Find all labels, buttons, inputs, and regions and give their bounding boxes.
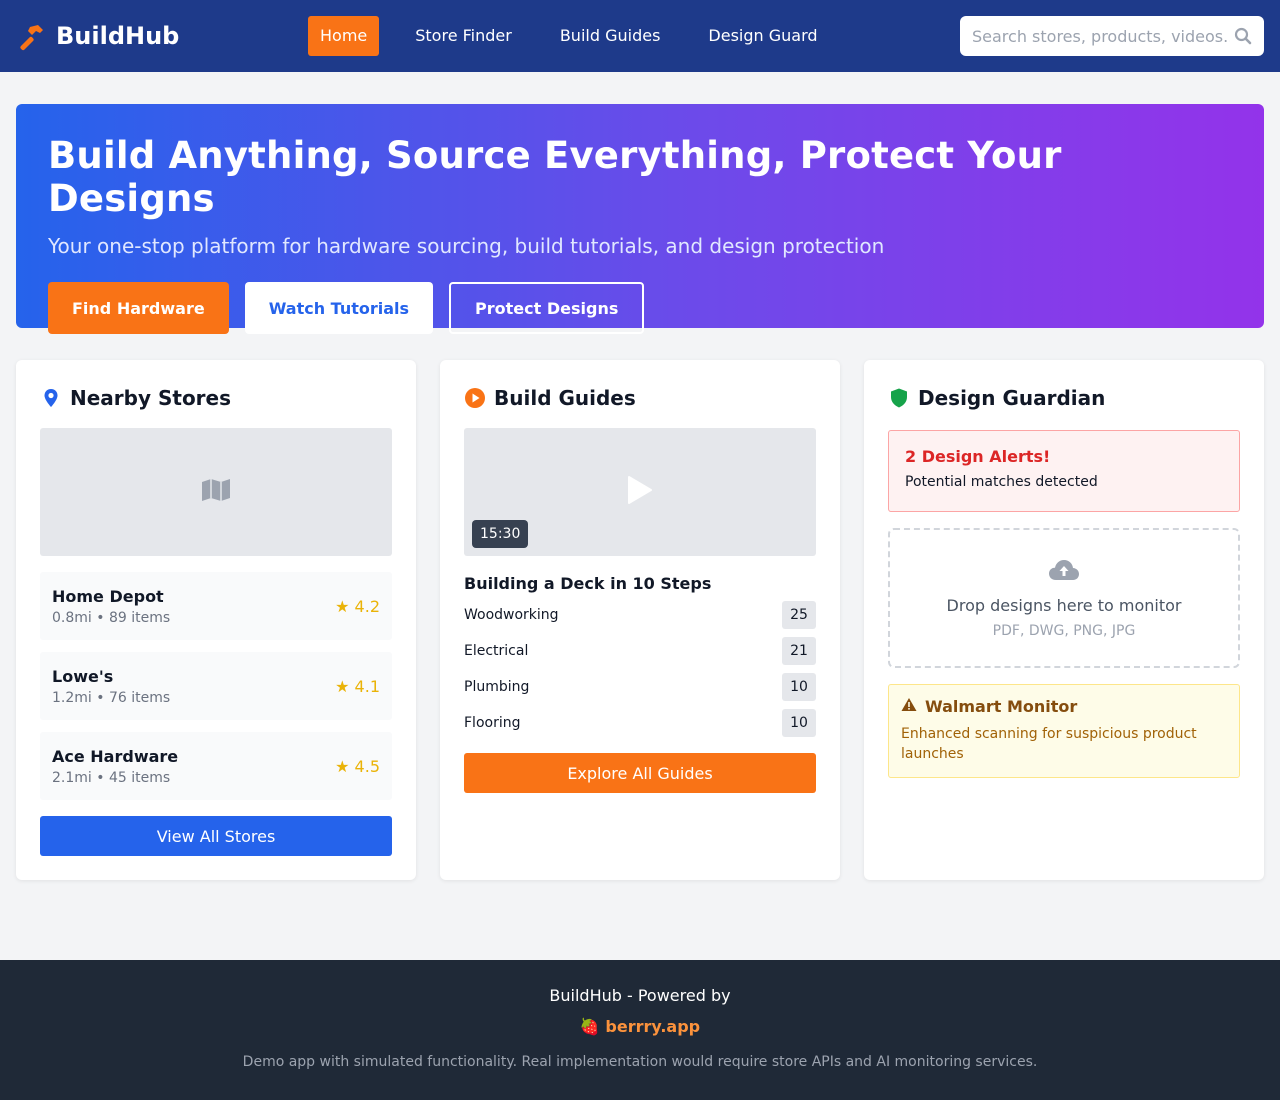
protect-designs-button[interactable]: Protect Designs xyxy=(449,282,645,334)
store-name: Home Depot xyxy=(52,586,164,606)
dropzone-formats: PDF, DWG, PNG, JPG xyxy=(992,622,1136,639)
guide-category[interactable]: Plumbing 10 xyxy=(464,673,816,701)
store-map[interactable] xyxy=(40,428,392,556)
cloud-upload-icon xyxy=(1048,558,1080,586)
card-title-text: Design Guardian xyxy=(918,386,1106,410)
store-item[interactable]: Ace Hardware 2.1mi • 45 items ★ 4.5 xyxy=(40,732,392,800)
search-input[interactable] xyxy=(972,26,1230,46)
design-dropzone[interactable]: Drop designs here to monitor PDF, DWG, P… xyxy=(888,528,1240,668)
card-title: Design Guardian xyxy=(888,384,1240,412)
footer-disclaimer: Demo app with simulated functionality. R… xyxy=(242,1054,1038,1070)
video-title[interactable]: Building a Deck in 10 Steps xyxy=(464,574,816,593)
store-rating: ★ 4.1 xyxy=(335,676,380,696)
top-navbar: BuildHub Home Store Finder Build Guides … xyxy=(0,0,1280,72)
store-name: Lowe's xyxy=(52,666,114,686)
walmart-monitor: Walmart Monitor Enhanced scanning for su… xyxy=(888,684,1240,778)
category-name: Plumbing xyxy=(464,679,530,695)
search-icon[interactable] xyxy=(1234,27,1252,45)
nav-design-guard[interactable]: Design Guard xyxy=(696,16,829,56)
nav-build-guides[interactable]: Build Guides xyxy=(548,16,673,56)
brand-name: BuildHub xyxy=(56,22,180,50)
category-count: 10 xyxy=(782,673,816,701)
store-item[interactable]: Lowe's 1.2mi • 76 items ★ 4.1 xyxy=(40,652,392,720)
design-alert[interactable]: 2 Design Alerts! Potential matches detec… xyxy=(888,430,1240,512)
warning-icon xyxy=(901,697,917,716)
hero-subtitle: Your one-stop platform for hardware sour… xyxy=(48,234,885,258)
main-nav: Home Store Finder Build Guides Design Gu… xyxy=(308,16,854,56)
card-title-text: Nearby Stores xyxy=(70,386,232,410)
hero-actions: Find Hardware Watch Tutorials Protect De… xyxy=(48,282,1232,334)
nav-store-finder[interactable]: Store Finder xyxy=(403,16,524,56)
store-meta: 0.8mi • 89 items xyxy=(52,609,171,626)
explore-guides-button[interactable]: Explore All Guides xyxy=(464,753,816,793)
store-rating: ★ 4.2 xyxy=(335,596,380,616)
map-pin-icon xyxy=(40,387,62,409)
guide-category[interactable]: Flooring 10 xyxy=(464,709,816,737)
guide-category[interactable]: Woodworking 25 xyxy=(464,601,816,629)
card-title: Nearby Stores xyxy=(40,384,392,412)
alert-title: 2 Design Alerts! xyxy=(905,447,1051,466)
category-count: 10 xyxy=(782,709,816,737)
play-circle-icon xyxy=(464,387,486,409)
build-guides-card: Build Guides 15:30 Building a Deck in 10… xyxy=(440,360,840,880)
store-name: Ace Hardware xyxy=(52,746,179,766)
monitor-title-text: Walmart Monitor xyxy=(925,697,1078,716)
design-guardian-card: Design Guardian 2 Design Alerts! Potenti… xyxy=(864,360,1264,880)
card-title: Build Guides xyxy=(464,384,816,412)
hammer-icon xyxy=(16,21,46,51)
nav-home[interactable]: Home xyxy=(308,16,380,56)
watch-tutorials-button[interactable]: Watch Tutorials xyxy=(244,282,434,334)
footer-powered-by: BuildHub - Powered by xyxy=(549,986,731,1005)
search-box xyxy=(960,16,1264,56)
dropzone-text: Drop designs here to monitor xyxy=(946,595,1182,615)
store-meta: 1.2mi • 76 items xyxy=(52,689,171,706)
store-rating: ★ 4.5 xyxy=(335,756,380,776)
alert-subtitle: Potential matches detected xyxy=(905,474,1098,490)
find-hardware-button[interactable]: Find Hardware xyxy=(48,282,229,334)
shield-icon xyxy=(888,387,910,409)
category-name: Electrical xyxy=(464,643,529,659)
nearby-stores-card: Nearby Stores Home Depot 0.8mi • 89 item… xyxy=(16,360,416,880)
play-icon[interactable] xyxy=(627,475,653,509)
card-title-text: Build Guides xyxy=(494,386,636,410)
footer-berrry-link[interactable]: 🍓 berrry.app xyxy=(0,1017,1280,1036)
brand[interactable]: BuildHub xyxy=(16,21,179,51)
hero-title: Build Anything, Source Everything, Prote… xyxy=(48,134,1062,220)
category-count: 21 xyxy=(782,637,816,665)
monitor-title: Walmart Monitor xyxy=(901,697,1227,716)
hero-banner: Build Anything, Source Everything, Prote… xyxy=(16,104,1264,334)
guide-category[interactable]: Electrical 21 xyxy=(464,637,816,665)
category-count: 25 xyxy=(782,601,816,629)
map-icon xyxy=(201,478,231,506)
video-duration: 15:30 xyxy=(472,520,529,548)
store-meta: 2.1mi • 45 items xyxy=(52,769,171,786)
footer: BuildHub - Powered by 🍓 berrry.app Demo … xyxy=(0,960,1280,1100)
category-name: Flooring xyxy=(464,715,521,731)
store-item[interactable]: Home Depot 0.8mi • 89 items ★ 4.2 xyxy=(40,572,392,640)
monitor-text: Enhanced scanning for suspicious product… xyxy=(901,726,1197,762)
view-all-stores-button[interactable]: View All Stores xyxy=(40,816,392,856)
category-name: Woodworking xyxy=(464,607,559,623)
video-player[interactable]: 15:30 xyxy=(464,428,816,556)
